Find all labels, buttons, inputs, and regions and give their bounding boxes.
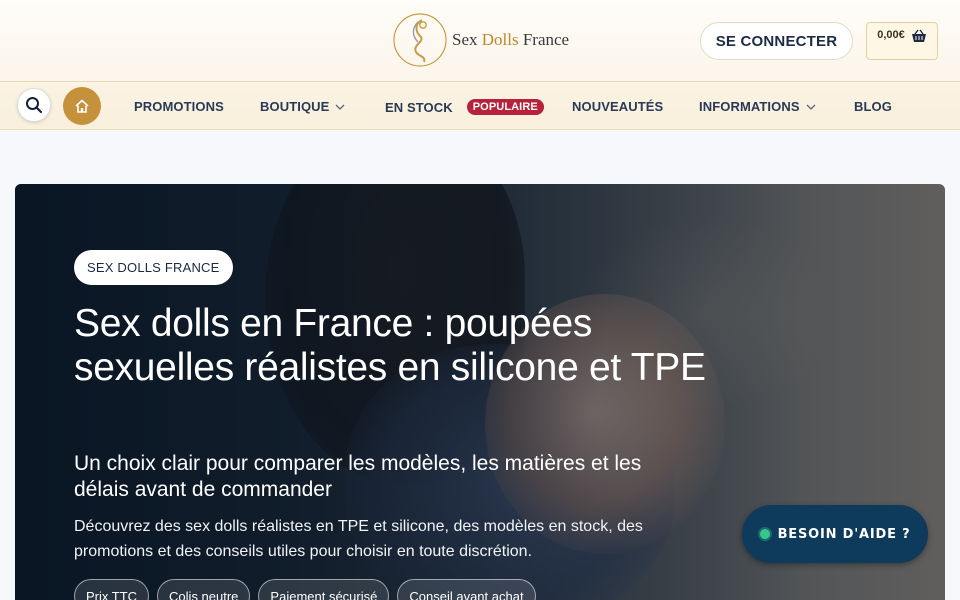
online-status-dot xyxy=(759,529,770,539)
cart-amount: 0,00€ xyxy=(877,29,905,41)
chip-paiement-securise: Paiement sécurisé xyxy=(258,579,390,600)
hero-title: Sex dolls en France : poupées sexuelles … xyxy=(74,302,706,389)
search-button[interactable] xyxy=(17,88,51,122)
basket-icon xyxy=(911,29,926,42)
chip-colis-neutre: Colis neutre xyxy=(157,579,251,600)
logo-text: Sex Dolls France xyxy=(452,30,570,49)
nav-item-promotions[interactable]: PROMOTIONS xyxy=(134,99,224,114)
nav-item-informations[interactable]: INFORMATIONS xyxy=(699,99,816,114)
chip-conseil-avant-achat: Conseil avant achat xyxy=(397,579,536,600)
nav-item-nouveautes[interactable]: NOUVEAUTÉS xyxy=(572,99,663,114)
help-chat-button[interactable]: BESOIN D'AIDE ? xyxy=(742,505,928,563)
nav-item-boutique[interactable]: BOUTIQUE xyxy=(260,99,345,114)
hero-chips: Prix TTC Colis neutre Paiement sécurisé … xyxy=(74,579,536,600)
popular-badge: POPULAIRE xyxy=(466,99,544,115)
search-icon xyxy=(26,97,43,114)
chip-prix-ttc: Prix TTC xyxy=(74,579,150,600)
home-button[interactable] xyxy=(63,87,101,125)
logo-silhouette-icon xyxy=(393,13,447,67)
site-logo[interactable]: Sex Dolls France xyxy=(392,10,572,70)
hero-description: Découvrez des sex dolls réalistes en TPE… xyxy=(74,518,643,560)
cart-button[interactable]: 0,00€ xyxy=(866,22,938,60)
home-icon xyxy=(75,99,89,113)
hero-subtitle: Un choix clair pour comparer les modèles… xyxy=(74,452,642,501)
nav-item-blog[interactable]: BLOG xyxy=(854,99,892,114)
login-button[interactable]: SE CONNECTER xyxy=(700,22,853,60)
nav-item-en-stock[interactable]: EN STOCK POPULAIRE xyxy=(385,99,544,115)
chevron-down-icon xyxy=(335,104,345,110)
hero-tag: SEX DOLLS FRANCE xyxy=(74,250,233,285)
chevron-down-icon xyxy=(806,104,816,110)
